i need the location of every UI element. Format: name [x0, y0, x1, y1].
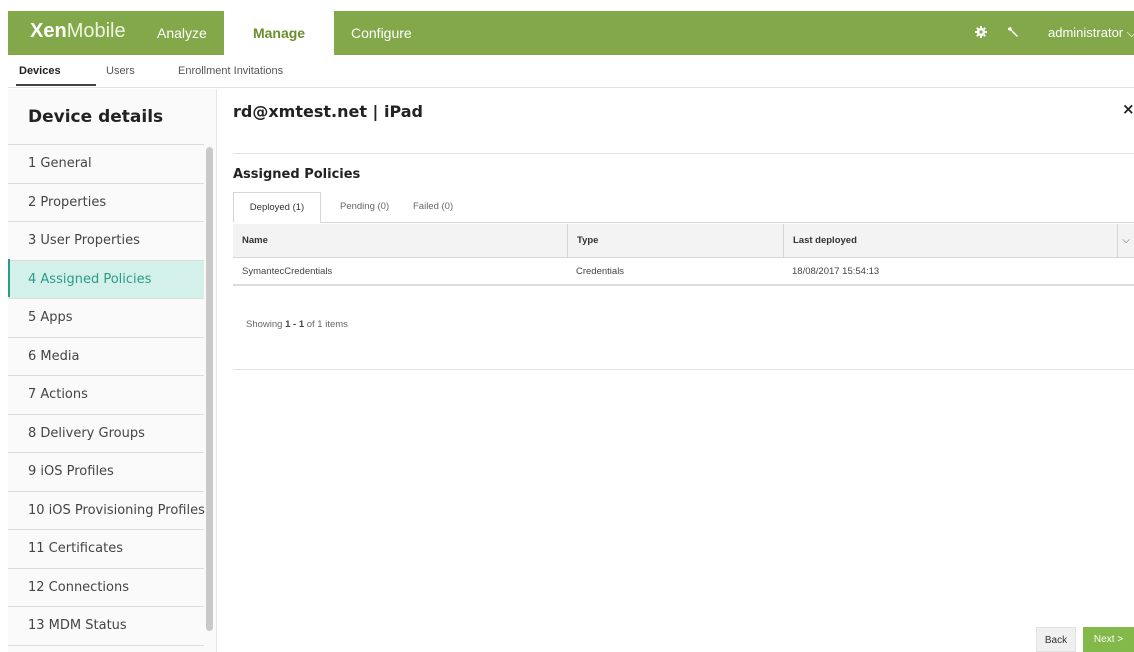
sidebar-item-delivery-groups[interactable]: 8 Delivery Groups — [8, 415, 204, 453]
sidebar-item-general[interactable]: 1 General — [8, 145, 204, 184]
device-details-sidebar: Device details 1 General 2 Properties 3 … — [8, 89, 217, 652]
policies-table: Name Type Last deployed ⌵ SymantecCreden… — [233, 224, 1134, 370]
title-divider — [233, 153, 1134, 154]
tab-deployed[interactable]: Deployed (1) — [233, 192, 321, 223]
gear-icon[interactable] — [973, 25, 989, 41]
tab-pending[interactable]: Pending (0) — [329, 192, 400, 223]
sidebar-item-actions[interactable]: 7 Actions — [8, 376, 204, 415]
subtab-devices[interactable]: Devices — [19, 65, 61, 77]
sidebar-item-ios-profiles[interactable]: 9 iOS Profiles — [8, 453, 204, 492]
sidebar-item-mdm-status[interactable]: 13 MDM Status — [8, 607, 204, 646]
section-title: Assigned Policies — [233, 167, 361, 182]
column-menu-chevron-icon[interactable]: ⌵ — [1117, 224, 1134, 258]
cell-last-deployed: 18/08/2017 15:54:13 — [792, 266, 880, 277]
sidebar-item-media[interactable]: 6 Media — [8, 338, 204, 376]
sidebar-title: Device details — [8, 89, 204, 145]
subtab-users[interactable]: Users — [106, 65, 135, 77]
column-header-last-deployed[interactable]: Last deployed — [783, 224, 1117, 258]
tab-failed[interactable]: Failed (0) — [402, 192, 464, 223]
showing-prefix: Showing — [246, 319, 286, 330]
sidebar-item-properties[interactable]: 2 Properties — [8, 184, 204, 222]
sidebar-scrollbar[interactable] — [206, 147, 213, 631]
user-menu[interactable]: administrator ⌵ — [1048, 11, 1134, 55]
showing-range: 1 - 1 — [285, 319, 305, 330]
page-title: rd@xmtest.net | iPad — [233, 102, 423, 121]
active-step-marker — [8, 259, 10, 297]
column-header-type[interactable]: Type — [567, 224, 783, 258]
sidebar-item-user-properties[interactable]: 3 User Properties — [8, 222, 204, 261]
policy-tabs: Deployed (1) Pending (0) Failed (0) — [233, 192, 1134, 223]
sidebar-steps: 1 General 2 Properties 3 User Properties… — [8, 145, 205, 646]
user-name: administrator — [1048, 25, 1124, 40]
close-icon[interactable]: × — [1122, 100, 1134, 118]
xenmobile-logo[interactable]: XenMobile — [30, 20, 126, 43]
nav-analyze[interactable]: Analyze — [140, 11, 224, 55]
top-nav-bar: XenMobile Analyze Manage Configure admin… — [8, 11, 1134, 55]
sub-nav-bar: Devices Users Enrollment Invitations — [8, 55, 1134, 88]
sidebar-item-ios-provisioning-profiles[interactable]: 10 iOS Provisioning Profiles — [8, 492, 205, 530]
table-row[interactable]: SymantecCredentials Credentials 18/08/20… — [233, 259, 1134, 286]
active-subtab-underline — [16, 84, 96, 86]
sidebar-item-assigned-policies[interactable]: 4 Assigned Policies — [8, 260, 204, 299]
nav-configure[interactable]: Configure — [334, 11, 429, 55]
wrench-icon[interactable] — [1005, 25, 1021, 41]
sidebar-item-connections[interactable]: 12 Connections — [8, 569, 204, 607]
cell-name: SymantecCredentials — [242, 266, 333, 277]
logo-thin-text: Mobile — [66, 20, 126, 42]
cell-type: Credentials — [576, 266, 625, 277]
showing-suffix: of 1 items — [304, 319, 348, 330]
nav-manage[interactable]: Manage — [224, 11, 334, 55]
next-button[interactable]: Next > — [1083, 627, 1134, 652]
column-header-name[interactable]: Name — [233, 224, 567, 258]
logo-bold-text: Xen — [30, 20, 67, 42]
pagination-summary: Showing 1 - 1 of 1 items — [246, 319, 348, 330]
sidebar-item-apps[interactable]: 5 Apps — [8, 299, 204, 338]
back-button[interactable]: Back — [1036, 627, 1076, 652]
subtab-enrollment-invitations[interactable]: Enrollment Invitations — [178, 65, 283, 77]
sidebar-item-certificates[interactable]: 11 Certificates — [8, 530, 204, 569]
chevron-down-icon: ⌵ — [1126, 25, 1134, 40]
table-header: Name Type Last deployed ⌵ — [233, 224, 1134, 258]
